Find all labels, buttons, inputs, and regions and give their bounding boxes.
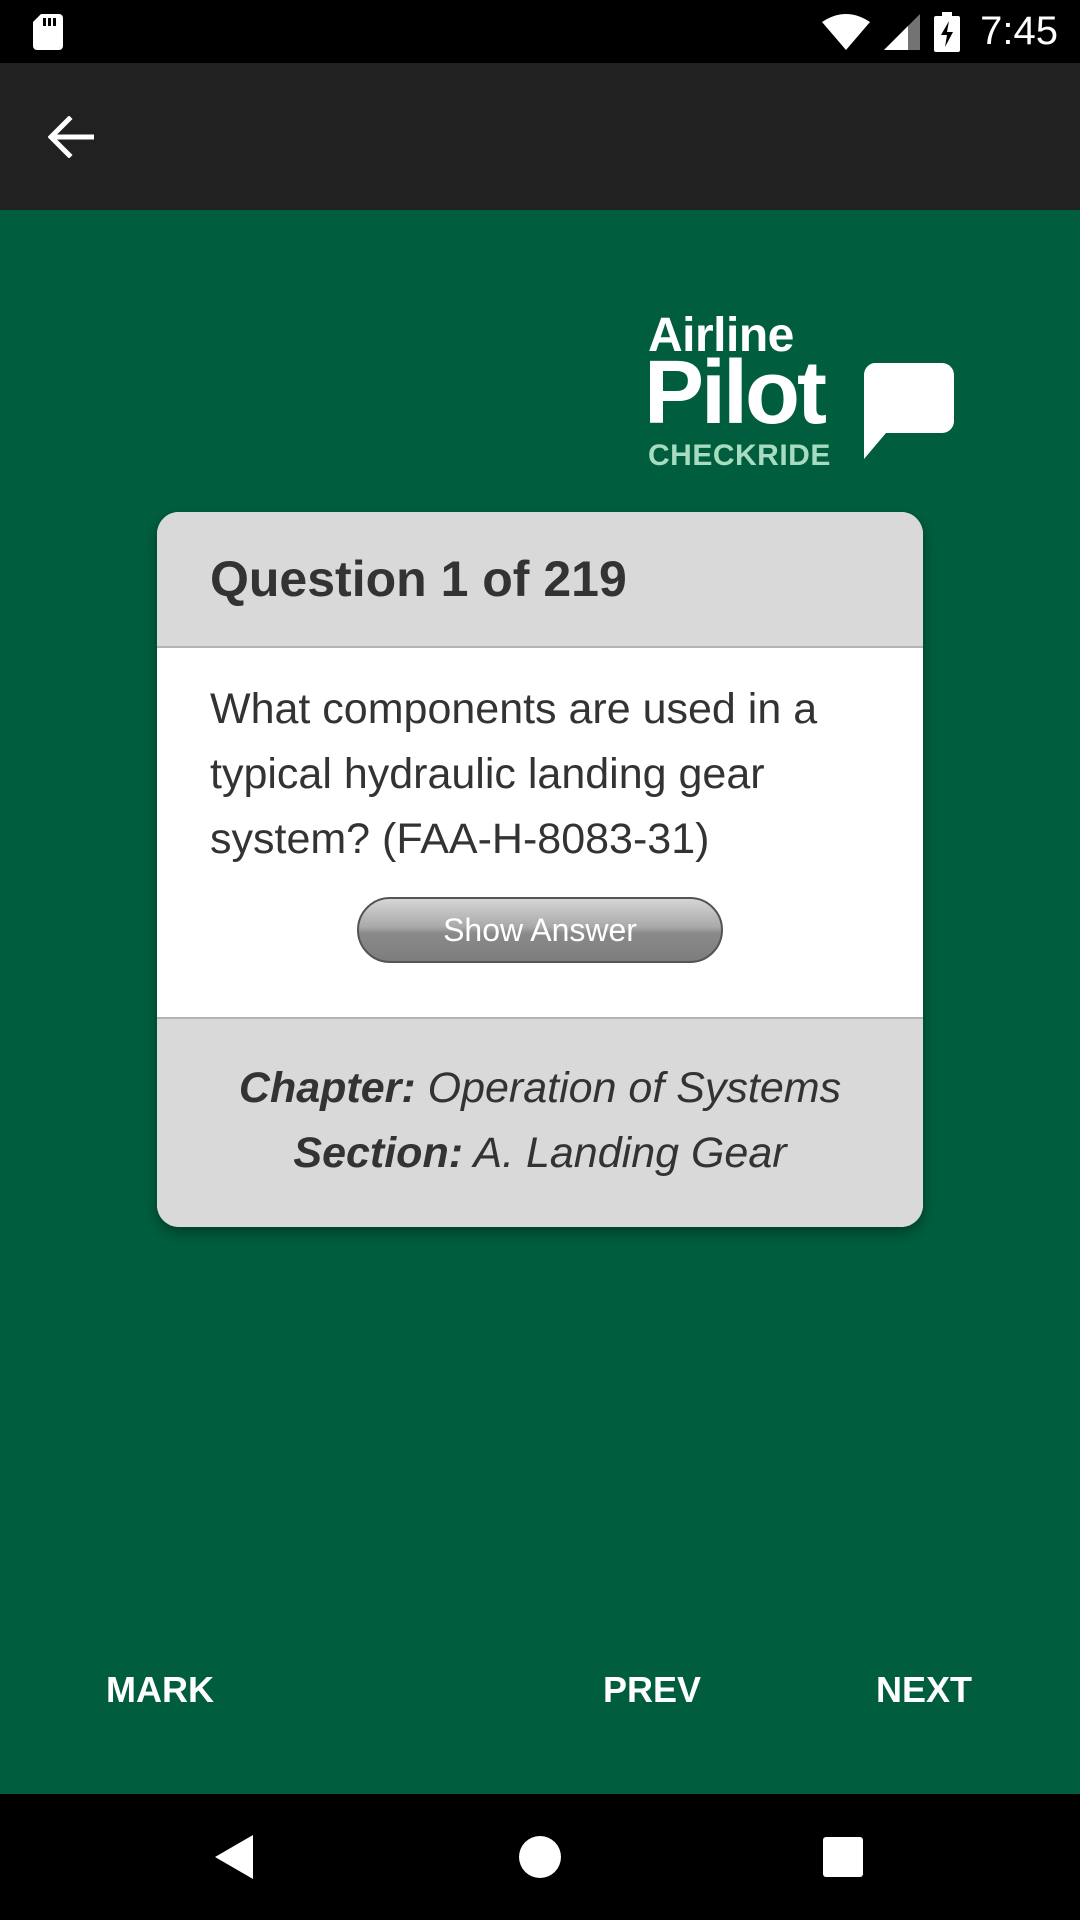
prev-button[interactable]: PREV	[603, 1660, 701, 1720]
speech-bubble-icon	[863, 363, 954, 459]
arrow-left-icon	[48, 116, 94, 158]
app-bar	[0, 63, 1080, 210]
card-header: Question 1 of 219	[157, 512, 923, 648]
sd-card-icon	[33, 14, 63, 50]
system-nav-bar	[0, 1794, 1080, 1920]
nav-home-button[interactable]	[505, 1822, 575, 1892]
chapter-label: Chapter:	[238, 1064, 416, 1112]
nav-recents-button[interactable]	[808, 1822, 878, 1892]
section-label: Section:	[293, 1129, 464, 1177]
nav-back-button[interactable]	[200, 1822, 270, 1892]
mark-button[interactable]: MARK	[106, 1660, 214, 1720]
logo-checkride: CHECKRIDE	[648, 439, 831, 472]
card-footer: Chapter: Operation of Systems Section: A…	[157, 1017, 923, 1227]
status-time: 7:45	[980, 9, 1058, 53]
chapter-line: Chapter: Operation of Systems	[157, 1064, 923, 1113]
nav-recents-icon	[823, 1837, 863, 1877]
question-card: Question 1 of 219 What components are us…	[157, 512, 923, 1227]
nav-home-icon	[519, 1836, 561, 1878]
app-logo: Airline Pilot CHECKRIDE	[644, 308, 958, 478]
logo-pilot: Pilot	[644, 343, 827, 443]
nav-back-icon	[215, 1835, 253, 1879]
status-icons: 7:45	[822, 0, 1058, 63]
show-answer-button[interactable]: Show Answer	[357, 897, 723, 963]
signal-icon	[884, 13, 921, 50]
battery-charging-icon	[934, 11, 961, 52]
status-bar: 7:45	[0, 0, 1080, 63]
section-value: A. Landing Gear	[473, 1129, 787, 1177]
next-button[interactable]: NEXT	[876, 1660, 972, 1720]
chapter-value: Operation of Systems	[427, 1064, 842, 1112]
question-counter: Question 1 of 219	[210, 551, 627, 607]
section-line: Section: A. Landing Gear	[157, 1129, 923, 1178]
question-text: What components are used in a typical hy…	[210, 685, 818, 863]
screen: 7:45 Airline Pilot CHECKRIDE Question 1 …	[0, 0, 1080, 1920]
back-button[interactable]	[36, 105, 106, 169]
wifi-icon	[822, 13, 871, 50]
